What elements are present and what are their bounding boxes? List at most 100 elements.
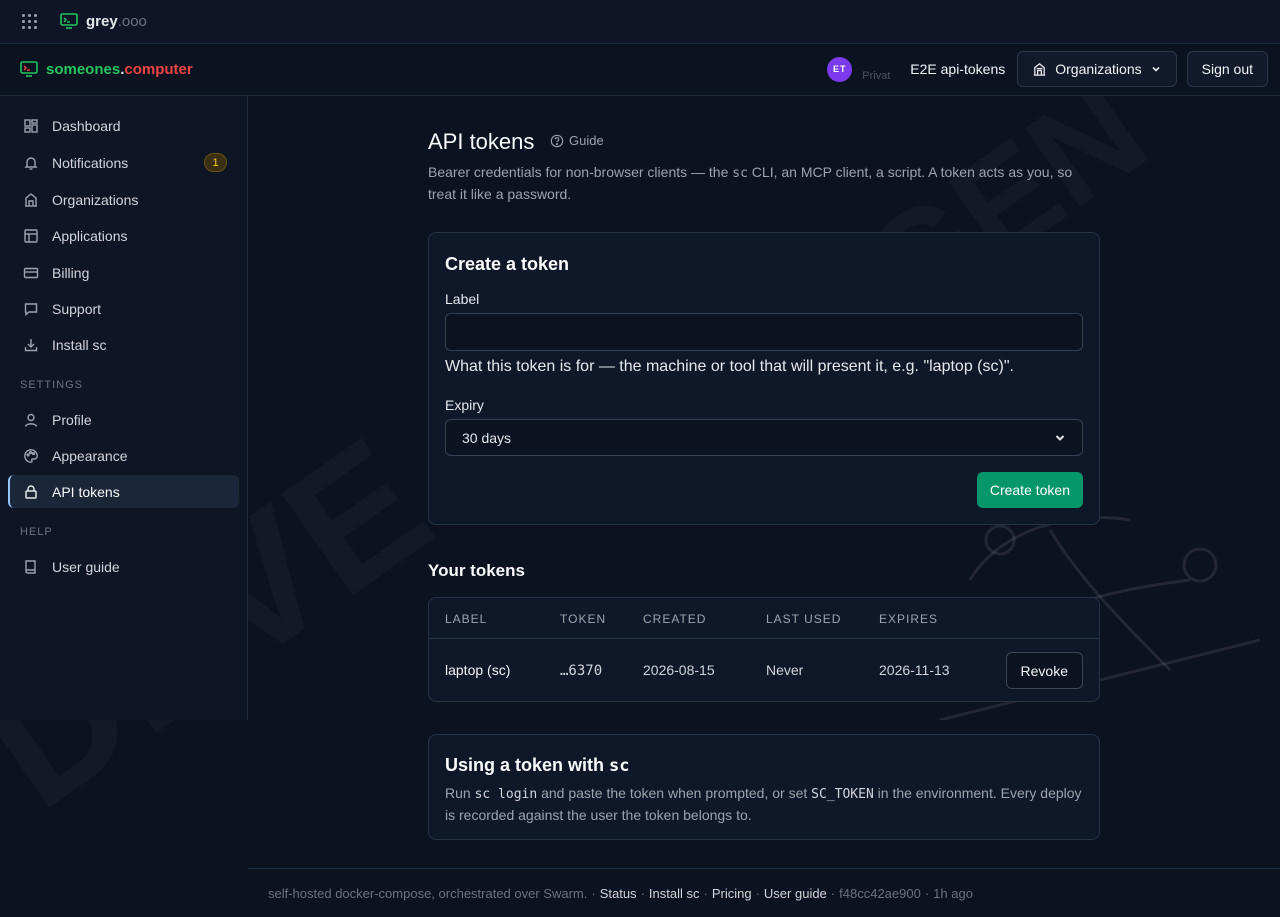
app-header: someones.computer ET Privat E2E api-toke… xyxy=(0,44,1280,96)
brand-part-b: computer xyxy=(124,61,193,78)
footer-separator: · xyxy=(924,885,930,901)
page-intro: Bearer credentials for non-browser clien… xyxy=(428,162,1100,204)
usage-title-code: sc xyxy=(609,756,630,776)
layout-icon xyxy=(24,228,38,243)
sidebar-item-support[interactable]: Support xyxy=(8,292,239,325)
column-header-created: CREATED xyxy=(643,612,707,626)
sidebar-item-applications[interactable]: Applications xyxy=(8,219,239,252)
footer-separator: · xyxy=(640,885,645,901)
sidebar-item-label: Profile xyxy=(52,411,92,428)
footer-age: 1h ago xyxy=(933,885,973,901)
sidebar-item-label: API tokens xyxy=(52,483,120,500)
footer-separator: · xyxy=(591,885,596,901)
sidebar-item-appearance[interactable]: Appearance xyxy=(8,439,239,472)
brand-main: grey xyxy=(86,13,118,30)
footer-separator: · xyxy=(830,885,836,901)
top-bar: grey.ooo xyxy=(0,0,1280,44)
footer-separator: · xyxy=(755,885,760,901)
token-label-input[interactable] xyxy=(445,313,1083,351)
footer: self-hosted docker-compose, orchestrated… xyxy=(248,868,1280,917)
intro-code: sc xyxy=(732,166,748,181)
lock-icon xyxy=(25,484,37,499)
intro-text-a: Bearer credentials for non-browser clien… xyxy=(428,164,733,180)
usage-text-a: Run xyxy=(445,785,475,801)
footer-link-user-guide[interactable]: User guide xyxy=(764,886,827,901)
header-actions: ET Privat E2E api-tokens Organizations S… xyxy=(827,51,1268,87)
usage-title: Using a token with sc xyxy=(445,755,630,776)
footer-link-status[interactable]: Status xyxy=(600,886,637,901)
your-tokens-title: Your tokens xyxy=(428,561,525,580)
apps-grid-icon[interactable] xyxy=(22,13,38,30)
palette-icon xyxy=(24,448,38,463)
bell-icon xyxy=(24,156,38,170)
create-token-card: Create a token Label What this token is … xyxy=(428,232,1100,525)
expiry-selected-value: 30 days xyxy=(462,429,512,446)
token-last-used-cell: Never xyxy=(766,662,804,678)
expiry-select[interactable]: 30 days xyxy=(445,419,1083,456)
guide-label: Guide xyxy=(569,133,604,148)
download-icon xyxy=(24,338,38,351)
sidebar-item-billing[interactable]: Billing xyxy=(8,256,239,289)
sidebar-item-notifications[interactable]: Notifications 1 xyxy=(8,146,239,179)
sidebar: Dashboard Notifications 1 Organizations … xyxy=(0,96,248,720)
sidebar-item-label: Notifications xyxy=(52,154,129,171)
sidebar-item-label: Organizations xyxy=(52,191,139,208)
sidebar-item-label: Dashboard xyxy=(52,117,121,134)
usage-code-login: sc login xyxy=(474,787,538,802)
sidebar-item-label: Billing xyxy=(52,264,90,281)
usage-card: Using a token with sc Run sc login and p… xyxy=(428,734,1100,840)
tokens-table: LABEL TOKEN CREATED LAST USED EXPIRES la… xyxy=(428,597,1100,702)
sidebar-item-dashboard[interactable]: Dashboard xyxy=(8,109,239,142)
create-token-button[interactable]: Create token xyxy=(976,472,1083,508)
avatar[interactable]: ET xyxy=(827,56,853,82)
dashboard-icon xyxy=(24,118,38,133)
column-header-last-used: LAST USED xyxy=(766,612,842,626)
label-help-text: What this token is for — the machine or … xyxy=(445,358,1014,375)
brand-part-a: someones xyxy=(46,61,121,78)
sidebar-item-user-guide[interactable]: User guide xyxy=(8,550,239,583)
footer-commit: f48cc42ae900 xyxy=(839,885,921,901)
token-created-cell: 2026-08-15 xyxy=(643,662,715,678)
expiry-field-label: Expiry xyxy=(445,397,484,413)
sidebar-item-label: User guide xyxy=(52,558,120,575)
footer-link-pricing[interactable]: Pricing xyxy=(712,886,752,901)
create-token-title: Create a token xyxy=(445,254,570,274)
organizations-dropdown-button[interactable]: Organizations xyxy=(1017,51,1177,87)
label-field-label: Label xyxy=(445,291,480,307)
usage-code-env: SC_TOKEN xyxy=(811,787,874,802)
sidebar-item-api-tokens[interactable]: API tokens xyxy=(8,475,239,508)
avatar-subtitle: Privat xyxy=(862,70,891,82)
monitor-icon xyxy=(60,13,78,29)
sidebar-item-label: Applications xyxy=(52,227,128,244)
grey-brand-link[interactable]: grey.ooo xyxy=(60,13,147,30)
footer-separator: · xyxy=(703,885,708,901)
column-header-label: LABEL xyxy=(445,612,488,626)
app-brand-link[interactable]: someones.computer xyxy=(20,61,193,78)
token-label-cell: laptop (sc) xyxy=(445,662,511,678)
sign-out-button[interactable]: Sign out xyxy=(1186,51,1268,87)
brand-suffix: .ooo xyxy=(117,13,147,30)
help-circle-icon xyxy=(550,134,564,147)
footer-link-install-sc[interactable]: Install sc xyxy=(649,886,700,901)
settings-section-label: SETTINGS xyxy=(20,379,84,391)
page-title: API tokens xyxy=(428,129,535,154)
usage-title-text: Using a token with xyxy=(445,755,610,775)
footer-text: self-hosted docker-compose, orchestrated… xyxy=(268,885,588,901)
sidebar-item-label: Support xyxy=(52,300,102,317)
book-icon xyxy=(25,559,36,574)
user-icon xyxy=(24,413,38,427)
current-org-name: E2E api-tokens xyxy=(910,61,1006,77)
guide-link[interactable]: Guide xyxy=(550,133,604,148)
table-divider xyxy=(429,638,1099,639)
building-icon xyxy=(25,192,37,207)
notification-count-badge: 1 xyxy=(204,153,227,172)
sidebar-item-label: Appearance xyxy=(52,447,128,464)
sidebar-item-profile[interactable]: Profile xyxy=(8,403,239,436)
usage-text-b: and paste the token when prompted, or se… xyxy=(537,785,812,801)
sidebar-item-organizations[interactable]: Organizations xyxy=(8,183,239,216)
usage-text: Run sc login and paste the token when pr… xyxy=(445,783,1085,825)
revoke-token-button[interactable]: Revoke xyxy=(1005,652,1083,689)
sidebar-item-install-sc[interactable]: Install sc xyxy=(8,328,239,361)
chevron-down-icon xyxy=(1055,434,1065,441)
chevron-down-icon xyxy=(1152,66,1160,72)
